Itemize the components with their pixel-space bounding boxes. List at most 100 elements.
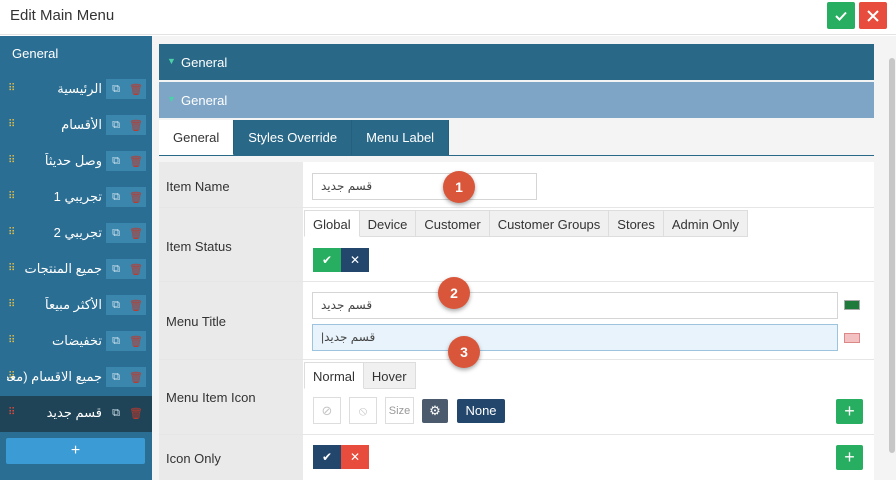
subsection-title: General [181,93,228,108]
drag-handle-icon[interactable]: ⠿ [8,335,15,346]
subsection-header-general[interactable]: ▼ General [159,82,874,118]
sidebar-item[interactable]: ⠿ جميع الاقسام (معطلة) ⧉🗑 [0,360,152,396]
tab-general[interactable]: General [159,120,235,156]
sidebar-item-active[interactable]: ⠿ قسم جديد ⧉ 🗑 [0,396,152,432]
copy-icon[interactable]: ⧉ [106,115,126,135]
add-button[interactable]: + [836,445,863,470]
step-badge-1: 1 [443,171,475,203]
step-badge-2: 2 [438,277,470,309]
scrollbar-thumb[interactable] [889,58,895,453]
tab-underline [159,155,874,156]
copy-icon[interactable]: ⧉ [106,259,126,279]
trash-icon[interactable]: 🗑 [126,331,146,351]
drag-handle-icon[interactable]: ⠿ [8,191,15,202]
tab-menu-label[interactable]: Menu Label [352,120,450,156]
sidebar-item[interactable]: ⠿ تجريبي 1 ⧉ 🗑 [0,180,152,216]
drag-handle-icon[interactable]: ⠿ [8,263,15,274]
check-icon[interactable]: ✔ [313,445,341,469]
step-badge-3: 3 [448,336,480,368]
icon-only-label: Icon Only [166,451,221,466]
add-icon-button[interactable]: + [836,399,863,424]
sidebar-item[interactable]: ⠿ جميع المنتجات ⧉ 🗑 [0,252,152,288]
menu-sidebar: General ⠿ الرئيسية ⧉ 🗑 ⠿ الأقسام ⧉ 🗑 ⠿ وصل… [0,36,152,480]
trash-icon[interactable]: 🗑 [126,403,146,423]
item-name-input[interactable]: قسم جديد [312,173,537,200]
tab-device[interactable]: Device [359,210,417,237]
check-icon [835,11,847,21]
copy-icon[interactable]: ⧉ [106,331,126,351]
x-icon[interactable]: ✕ [341,248,369,272]
tab-styles-override[interactable]: Styles Override [234,120,353,156]
tab-global[interactable]: Global [304,210,360,237]
drag-handle-icon[interactable]: ⠿ [8,299,15,310]
copy-icon[interactable]: ⧉ [106,79,126,99]
item-actions: ⧉ 🗑 [106,187,146,207]
copy-icon[interactable]: ⧉ [106,295,126,315]
copy-icon[interactable]: ⧉ [106,367,126,387]
section-header-general[interactable]: ▼ General [159,44,874,80]
trash-icon[interactable]: 🗑 [126,187,146,207]
copy-icon[interactable]: ⧉ [106,187,126,207]
menu-title-ar-input[interactable]: قسم جديد [312,292,838,319]
sidebar-item-label: قسم جديد [46,405,102,420]
tab-admin-only[interactable]: Admin Only [663,210,749,237]
copy-icon[interactable]: ⧉ [106,403,126,423]
menu-item-icon-label: Menu Item Icon [166,390,256,405]
sidebar-item-label: تخفيضات [52,333,102,348]
sidebar-item[interactable]: ⠿ الأقسام ⧉ 🗑 [0,108,152,144]
menu-title-label: Menu Title [166,314,226,329]
drag-handle-icon[interactable]: ⠿ [8,227,15,238]
trash-icon[interactable]: 🗑 [126,79,146,99]
window-title: Edit Main Menu [10,7,115,24]
sidebar-item[interactable]: ⠿ الأكثر مبيعاً ⧉ 🗑 [0,288,152,324]
close-icon [867,9,879,22]
icon-none-button[interactable]: None [457,399,505,423]
close-button[interactable] [859,2,887,29]
trash-icon[interactable]: 🗑 [126,259,146,279]
divider [159,207,874,208]
no-icon-button[interactable]: ⊘ [313,397,341,424]
trash-icon[interactable]: 🗑 [126,115,146,135]
check-icon[interactable]: ✔ [313,248,341,272]
drag-handle-icon[interactable]: ⠿ [8,155,15,166]
menu-title-en-input[interactable]: قسم جديد| [312,324,838,351]
divider [159,359,874,360]
x-icon[interactable]: ✕ [341,445,369,469]
copy-icon[interactable]: ⧉ [106,151,126,171]
icon-only-toggle[interactable]: ✔ ✕ [313,445,369,469]
drag-handle-icon[interactable]: ⠿ [8,83,15,94]
item-actions: ⧉ 🗑 [106,367,146,387]
gear-icon[interactable]: ⚙ [422,399,448,423]
sidebar-item[interactable]: ⠿ تخفيضات ⧉ 🗑 [0,324,152,360]
tab-normal[interactable]: Normal [304,362,364,389]
scrollbar[interactable] [888,44,896,454]
save-button[interactable] [827,2,855,29]
settings-tabs: General Styles Override Menu Label [159,120,450,156]
sidebar-item-label: جميع المنتجات [24,261,102,276]
tab-customer-groups[interactable]: Customer Groups [489,210,610,237]
flag-ar-icon [844,300,860,310]
sidebar-item[interactable]: ⠿ تجريبي 2 ⧉ 🗑 [0,216,152,252]
trash-icon[interactable]: 🗑 [126,367,146,387]
sidebar-item[interactable]: ⠿ وصل حديثاً ⧉ 🗑 [0,144,152,180]
item-status-toggle[interactable]: ✔ ✕ [313,248,369,272]
drag-handle-icon[interactable]: ⠿ [8,119,15,130]
copy-icon[interactable]: ⧉ [106,223,126,243]
divider [159,281,874,282]
no-color-icon[interactable]: ⦸ [349,397,377,424]
tab-hover[interactable]: Hover [363,362,416,389]
drag-handle-icon[interactable]: ⠿ [8,407,15,418]
trash-icon[interactable]: 🗑 [126,151,146,171]
item-actions: ⧉ 🗑 [106,403,146,423]
trash-icon[interactable]: 🗑 [126,295,146,315]
tab-customer[interactable]: Customer [416,210,490,237]
tab-stores[interactable]: Stores [609,210,664,237]
sidebar-item-label: تجريبي 1 [53,189,102,204]
sidebar-heading[interactable]: General [12,46,58,61]
caret-down-icon: ▼ [167,56,176,66]
add-menu-item-button[interactable]: + [6,438,145,464]
trash-icon[interactable]: 🗑 [126,223,146,243]
icon-size-input[interactable]: Size [385,397,414,424]
sidebar-item[interactable]: ⠿ الرئيسية ⧉ 🗑 [0,72,152,108]
flag-en-icon [844,333,860,343]
